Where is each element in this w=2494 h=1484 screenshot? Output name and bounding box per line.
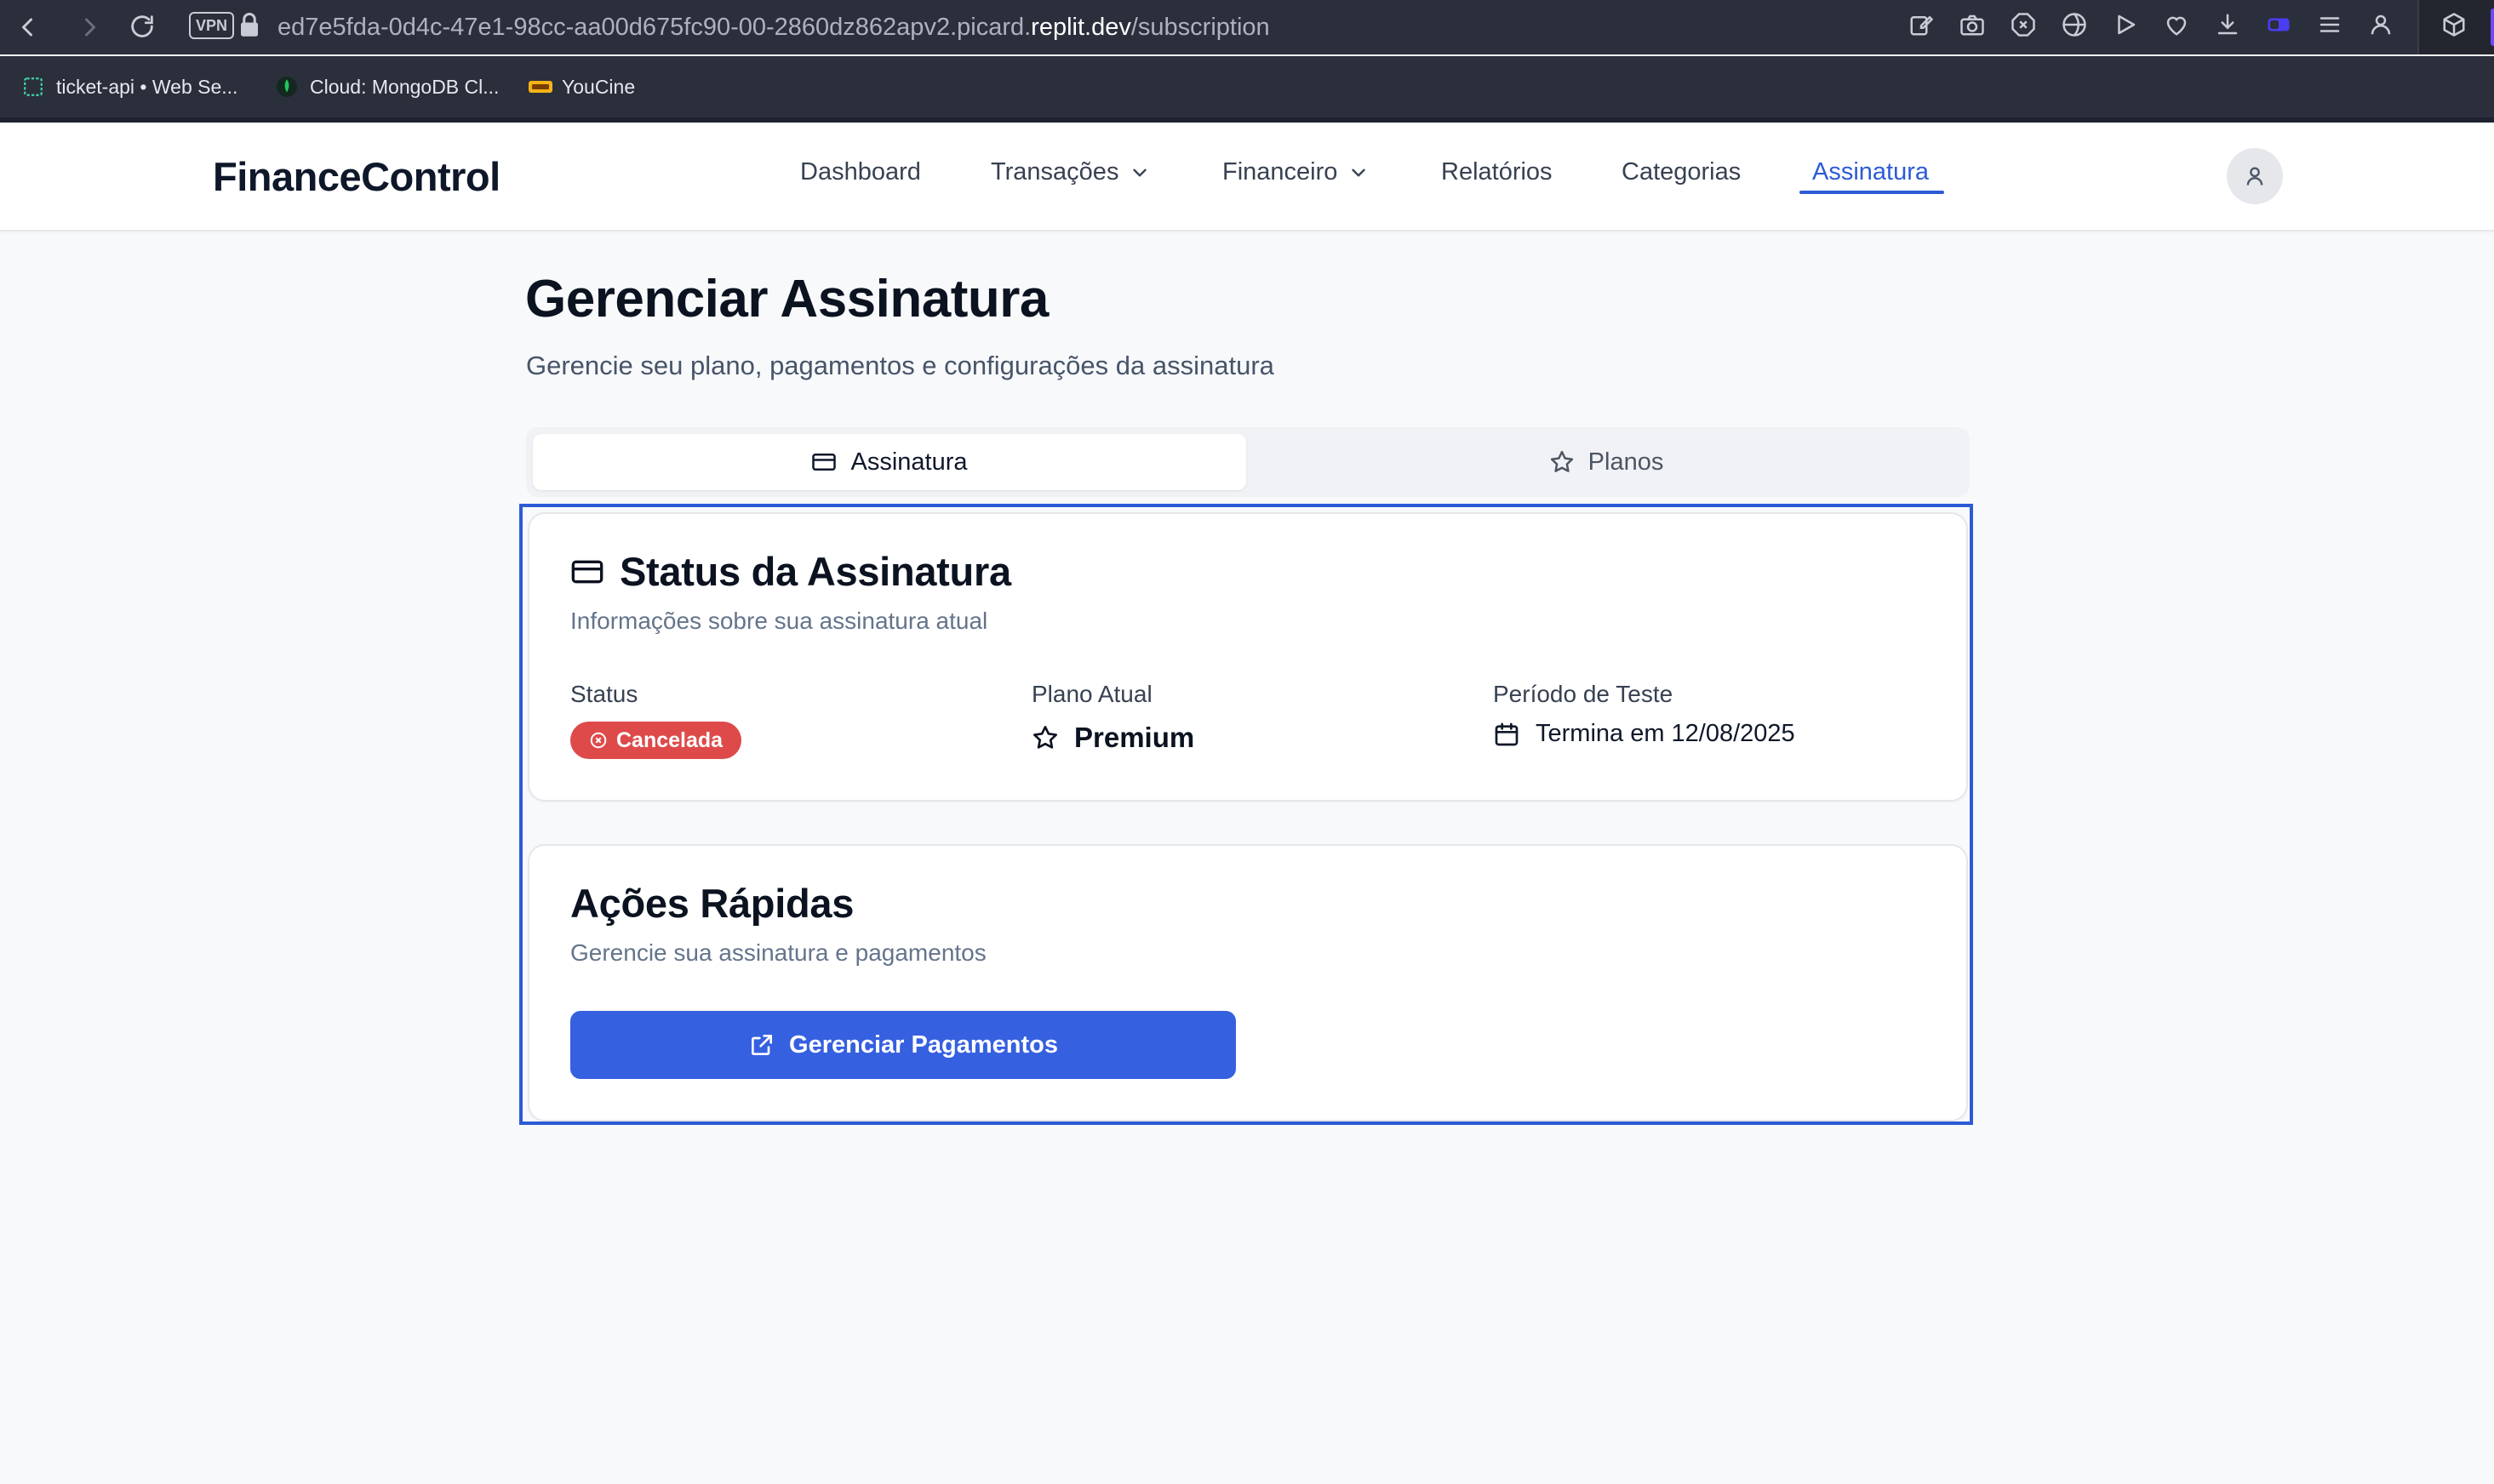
tab-planos[interactable]: Planos <box>1250 434 1963 490</box>
download-icon[interactable] <box>2215 12 2242 39</box>
translate-icon[interactable] <box>2062 12 2089 39</box>
nav-label: Transações <box>991 158 1119 186</box>
credit-card-icon <box>570 555 604 589</box>
button-label: Gerenciar Pagamentos <box>789 1030 1058 1059</box>
status-label: Status <box>570 681 638 707</box>
user-icon <box>2243 164 2267 188</box>
status-card: Status da Assinatura Informações sobre s… <box>528 512 1968 802</box>
forward-icon[interactable] <box>75 12 106 43</box>
quick-actions-card: Ações Rápidas Gerencie sua assinatura e … <box>528 844 1968 1122</box>
trial-label: Período de Teste <box>1493 681 1673 707</box>
status-badge: Cancelada <box>570 722 742 759</box>
plan-label: Plano Atual <box>1032 681 1153 707</box>
address-bar[interactable]: ed7e5fda-0d4c-47e1-98cc-aa00d675fc90-00-… <box>277 10 1270 44</box>
calendar-icon <box>1493 721 1520 748</box>
nav-assinatura[interactable]: Assinatura <box>1812 158 1929 186</box>
trial-end-date: Termina em 12/08/2025 <box>1536 720 1795 747</box>
edit-page-icon[interactable] <box>1908 12 1936 39</box>
trial-value: Termina em 12/08/2025 <box>1493 720 1795 748</box>
profile-icon[interactable] <box>2368 12 2395 39</box>
status-card-title: Status da Assinatura <box>570 548 1011 595</box>
bookmark-label: YouCine <box>562 75 636 98</box>
bookmark-item[interactable]: ticket-api • Web Se... <box>22 71 237 102</box>
tab-label: Assinatura <box>850 448 968 476</box>
nav-label: Financeiro <box>1222 158 1338 186</box>
browser-toolbar: VPN ed7e5fda-0d4c-47e1-98cc-aa00d675fc90… <box>0 0 2494 54</box>
credit-card-icon <box>811 449 837 475</box>
extension-toggle-icon[interactable] <box>2266 12 2293 39</box>
quick-actions-description: Gerencie sua assinatura e pagamentos <box>570 939 987 966</box>
cube-icon[interactable] <box>2441 12 2468 39</box>
quick-actions-title: Ações Rápidas <box>570 881 855 926</box>
app-header: FinanceControl Dashboard Transações Fina… <box>0 123 2494 231</box>
play-icon[interactable] <box>2113 12 2140 39</box>
menu-icon[interactable] <box>2317 12 2344 39</box>
nav-label: Categorias <box>1622 158 1742 186</box>
bookmark-item[interactable]: Cloud: MongoDB Cl... <box>276 71 499 102</box>
youcine-icon <box>528 76 552 98</box>
status-value: Cancelada <box>616 728 724 752</box>
card-title-text: Status da Assinatura <box>620 549 1011 594</box>
url-prefix: ed7e5fda-0d4c-47e1-98cc-aa00d675fc90-00-… <box>277 14 1032 41</box>
active-indicator <box>2491 9 2494 46</box>
chevron-down-icon <box>1129 162 1151 184</box>
camera-icon[interactable] <box>1959 12 1987 39</box>
status-card-description: Informações sobre sua assinatura atual <box>570 608 988 634</box>
nav-relatorios[interactable]: Relatórios <box>1441 158 1553 186</box>
nav-categorias[interactable]: Categorias <box>1622 158 1741 186</box>
extension-area <box>2417 0 2494 54</box>
url-path: /subscription <box>1130 14 1270 41</box>
external-link-icon <box>748 1031 775 1059</box>
bookmark-item[interactable]: YouCine <box>528 71 635 102</box>
chevron-down-icon <box>1347 162 1370 184</box>
tab-assinatura[interactable]: Assinatura <box>533 434 1246 490</box>
plan-value: Premium <box>1032 722 1194 754</box>
tab-label: Planos <box>1587 448 1664 476</box>
star-icon <box>1032 724 1059 751</box>
back-icon[interactable] <box>12 12 43 43</box>
avatar[interactable] <box>2227 148 2283 204</box>
plan-name: Premium <box>1074 722 1195 753</box>
app-logo[interactable]: FinanceControl <box>213 153 501 200</box>
replit-icon <box>22 76 44 98</box>
manage-payments-button[interactable]: Gerenciar Pagamentos <box>570 1011 1236 1079</box>
nav-label: Dashboard <box>800 158 921 186</box>
url-host: replit.dev <box>1031 14 1131 41</box>
vpn-badge[interactable]: VPN <box>189 12 235 39</box>
nav-label: Assinatura <box>1812 158 1930 186</box>
nav-financeiro[interactable]: Financeiro <box>1222 158 1370 186</box>
active-nav-indicator <box>1799 191 1944 194</box>
subscription-tabs: Assinatura Planos <box>526 427 1970 497</box>
lock-icon[interactable] <box>238 12 262 39</box>
nav-transacoes[interactable]: Transações <box>991 158 1151 186</box>
star-icon <box>1549 449 1575 475</box>
nav-dashboard[interactable]: Dashboard <box>800 158 921 186</box>
bookmark-label: ticket-api • Web Se... <box>56 75 238 98</box>
nav-label: Relatórios <box>1441 158 1553 186</box>
bookmarks-bar: ticket-api • Web Se... Cloud: MongoDB Cl… <box>0 56 2494 117</box>
adblock-icon[interactable] <box>2011 12 2038 39</box>
page-subtitle: Gerencie seu plano, pagamentos e configu… <box>526 351 1274 380</box>
heart-icon[interactable] <box>2164 12 2191 39</box>
page-title: Gerenciar Assinatura <box>525 270 1049 328</box>
reload-icon[interactable] <box>128 12 158 43</box>
mongodb-leaf-icon <box>276 76 298 98</box>
x-circle-icon <box>589 731 608 750</box>
bookmark-label: Cloud: MongoDB Cl... <box>310 75 500 98</box>
